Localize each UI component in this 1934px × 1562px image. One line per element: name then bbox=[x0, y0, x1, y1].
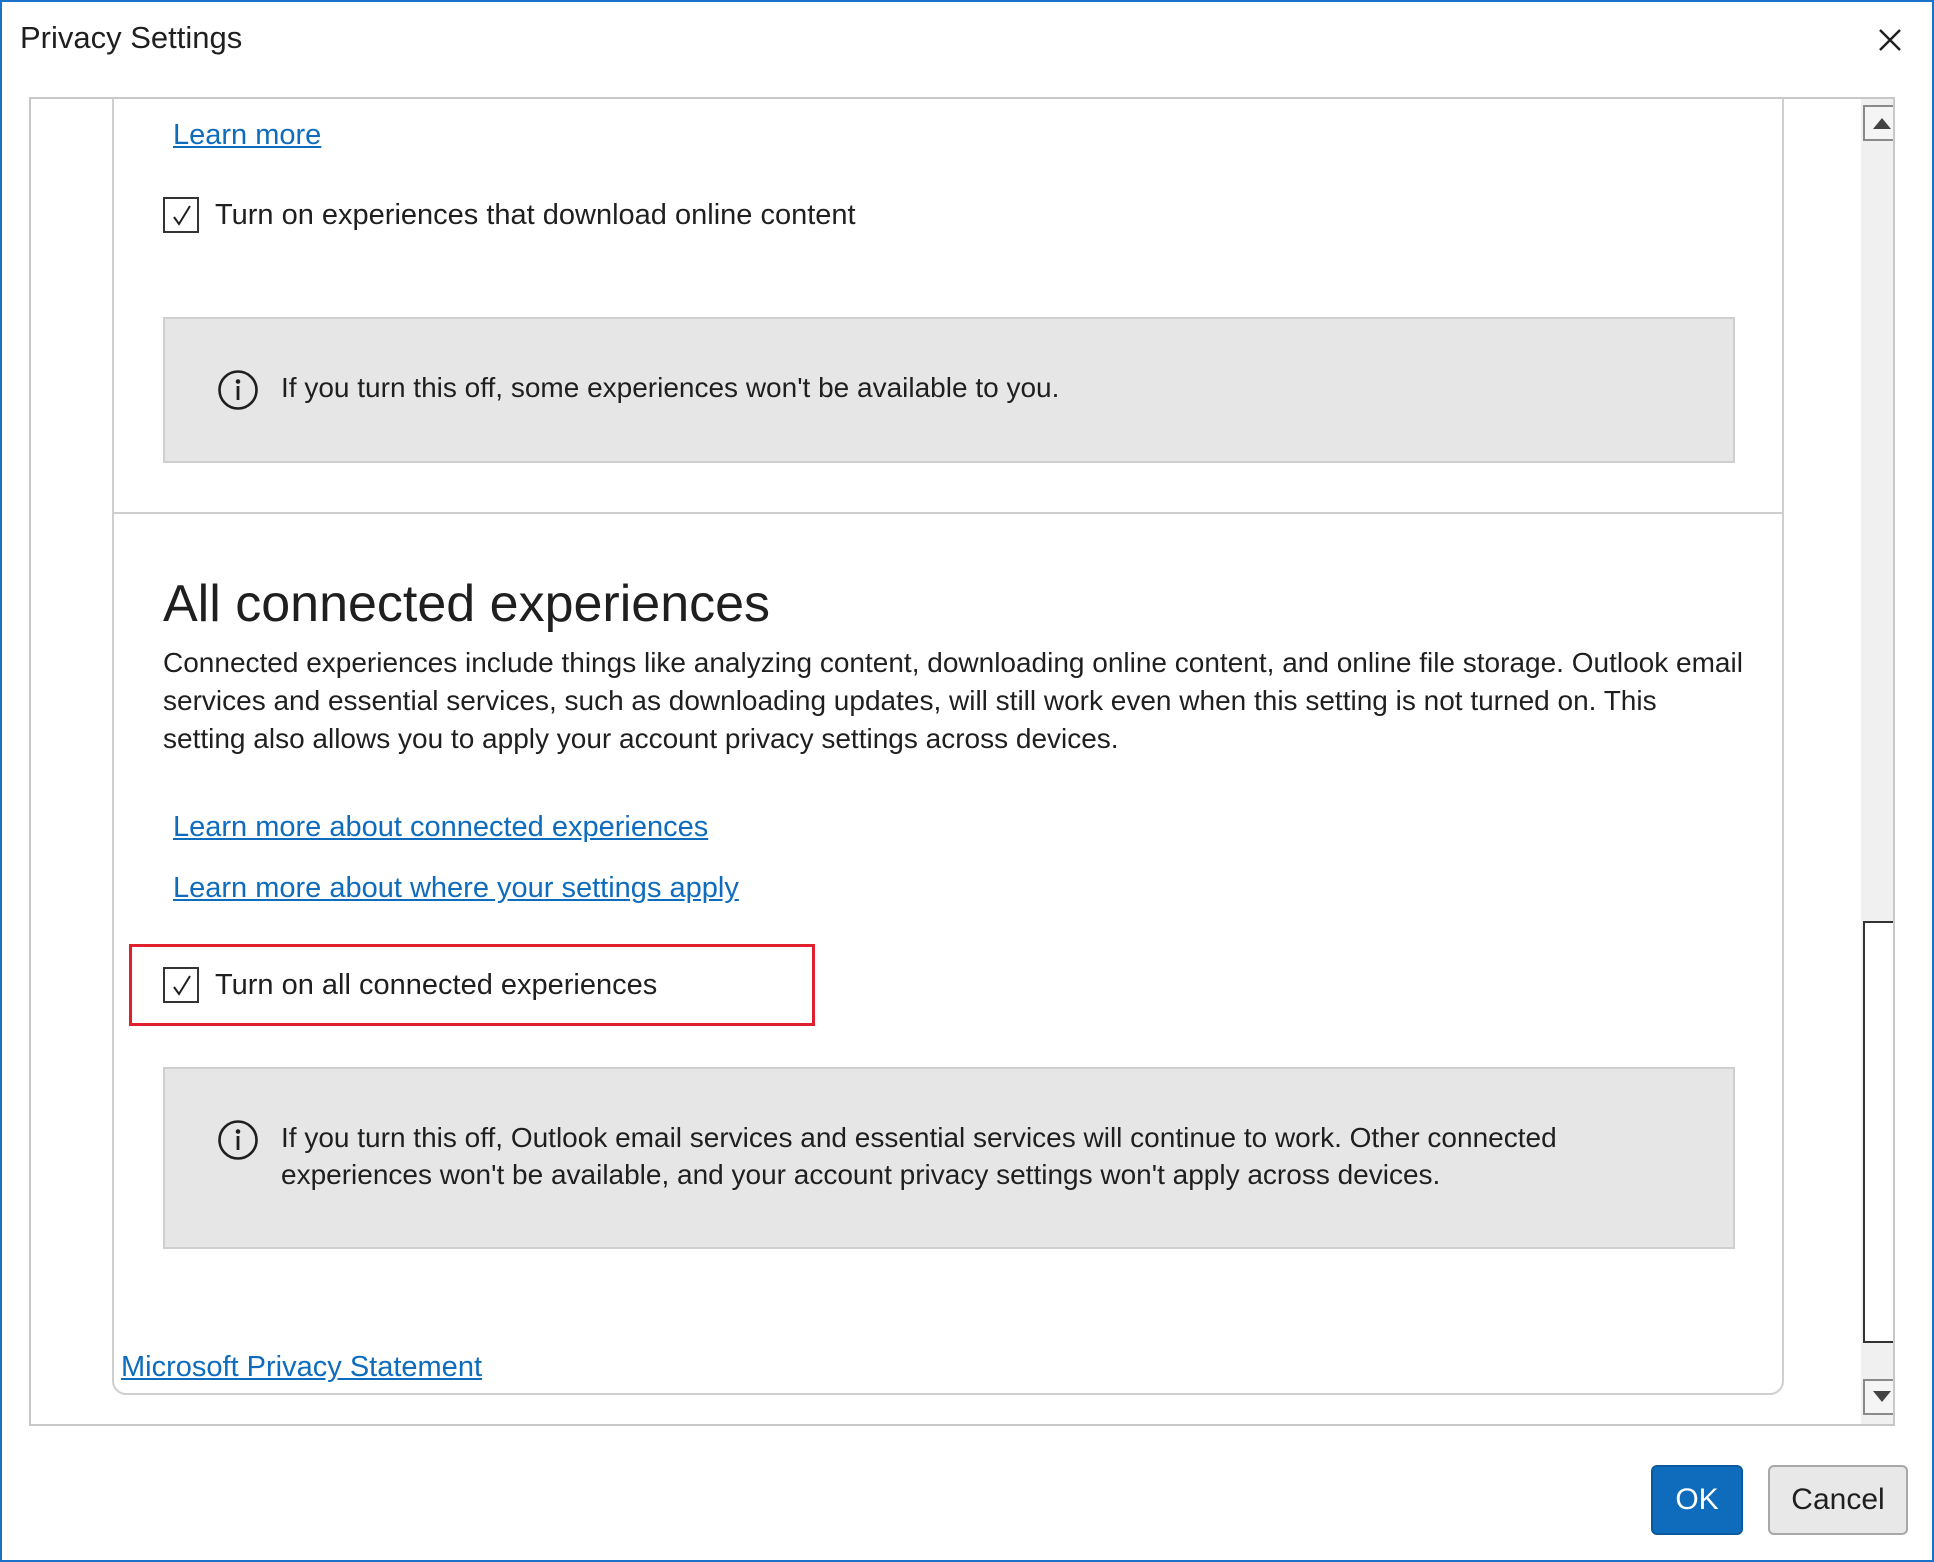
scroll-down-button[interactable] bbox=[1863, 1379, 1893, 1415]
connected-info-box: If you turn this off, Outlook email serv… bbox=[163, 1067, 1735, 1249]
scroll-up-button[interactable] bbox=[1863, 105, 1893, 141]
download-info-box: If you turn this off, some experiences w… bbox=[163, 317, 1735, 463]
privacy-settings-dialog: Privacy Settings Learn more Turn on expe… bbox=[0, 0, 1934, 1562]
arrow-down-icon bbox=[1873, 1391, 1891, 1402]
arrow-up-icon bbox=[1873, 118, 1891, 129]
learn-more-link[interactable]: Learn more bbox=[173, 119, 321, 152]
download-online-content-label: Turn on experiences that download online… bbox=[215, 198, 856, 231]
connected-info-text: If you turn this off, Outlook email serv… bbox=[281, 1122, 1557, 1190]
ok-button[interactable]: OK bbox=[1651, 1465, 1743, 1535]
section-divider bbox=[112, 512, 1784, 514]
download-info-text: If you turn this off, some experiences w… bbox=[281, 372, 1060, 403]
close-icon bbox=[1879, 29, 1901, 51]
vertical-scrollbar[interactable] bbox=[1861, 99, 1893, 1424]
cancel-button[interactable]: Cancel bbox=[1768, 1465, 1908, 1535]
info-icon bbox=[218, 1120, 258, 1160]
section-description: Connected experiences include things lik… bbox=[163, 647, 1743, 754]
info-icon bbox=[218, 370, 258, 410]
scrollbar-thumb[interactable] bbox=[1863, 921, 1893, 1343]
checkmark-icon bbox=[173, 205, 191, 226]
dialog-title: Privacy Settings bbox=[20, 20, 243, 55]
highlight-box bbox=[129, 944, 815, 1026]
download-online-content-checkbox-row[interactable]: Turn on experiences that download online… bbox=[163, 195, 856, 235]
learn-more-connected-experiences-link[interactable]: Learn more about connected experiences bbox=[173, 811, 708, 844]
close-button[interactable] bbox=[1860, 16, 1920, 66]
microsoft-privacy-statement-link[interactable]: Microsoft Privacy Statement bbox=[121, 1351, 482, 1384]
section-heading: All connected experiences bbox=[163, 575, 771, 633]
download-online-content-checkbox[interactable] bbox=[163, 197, 199, 233]
settings-scroll-pane[interactable]: Learn more Turn on experiences that down… bbox=[29, 97, 1895, 1426]
learn-more-settings-apply-link[interactable]: Learn more about where your settings app… bbox=[173, 872, 739, 905]
